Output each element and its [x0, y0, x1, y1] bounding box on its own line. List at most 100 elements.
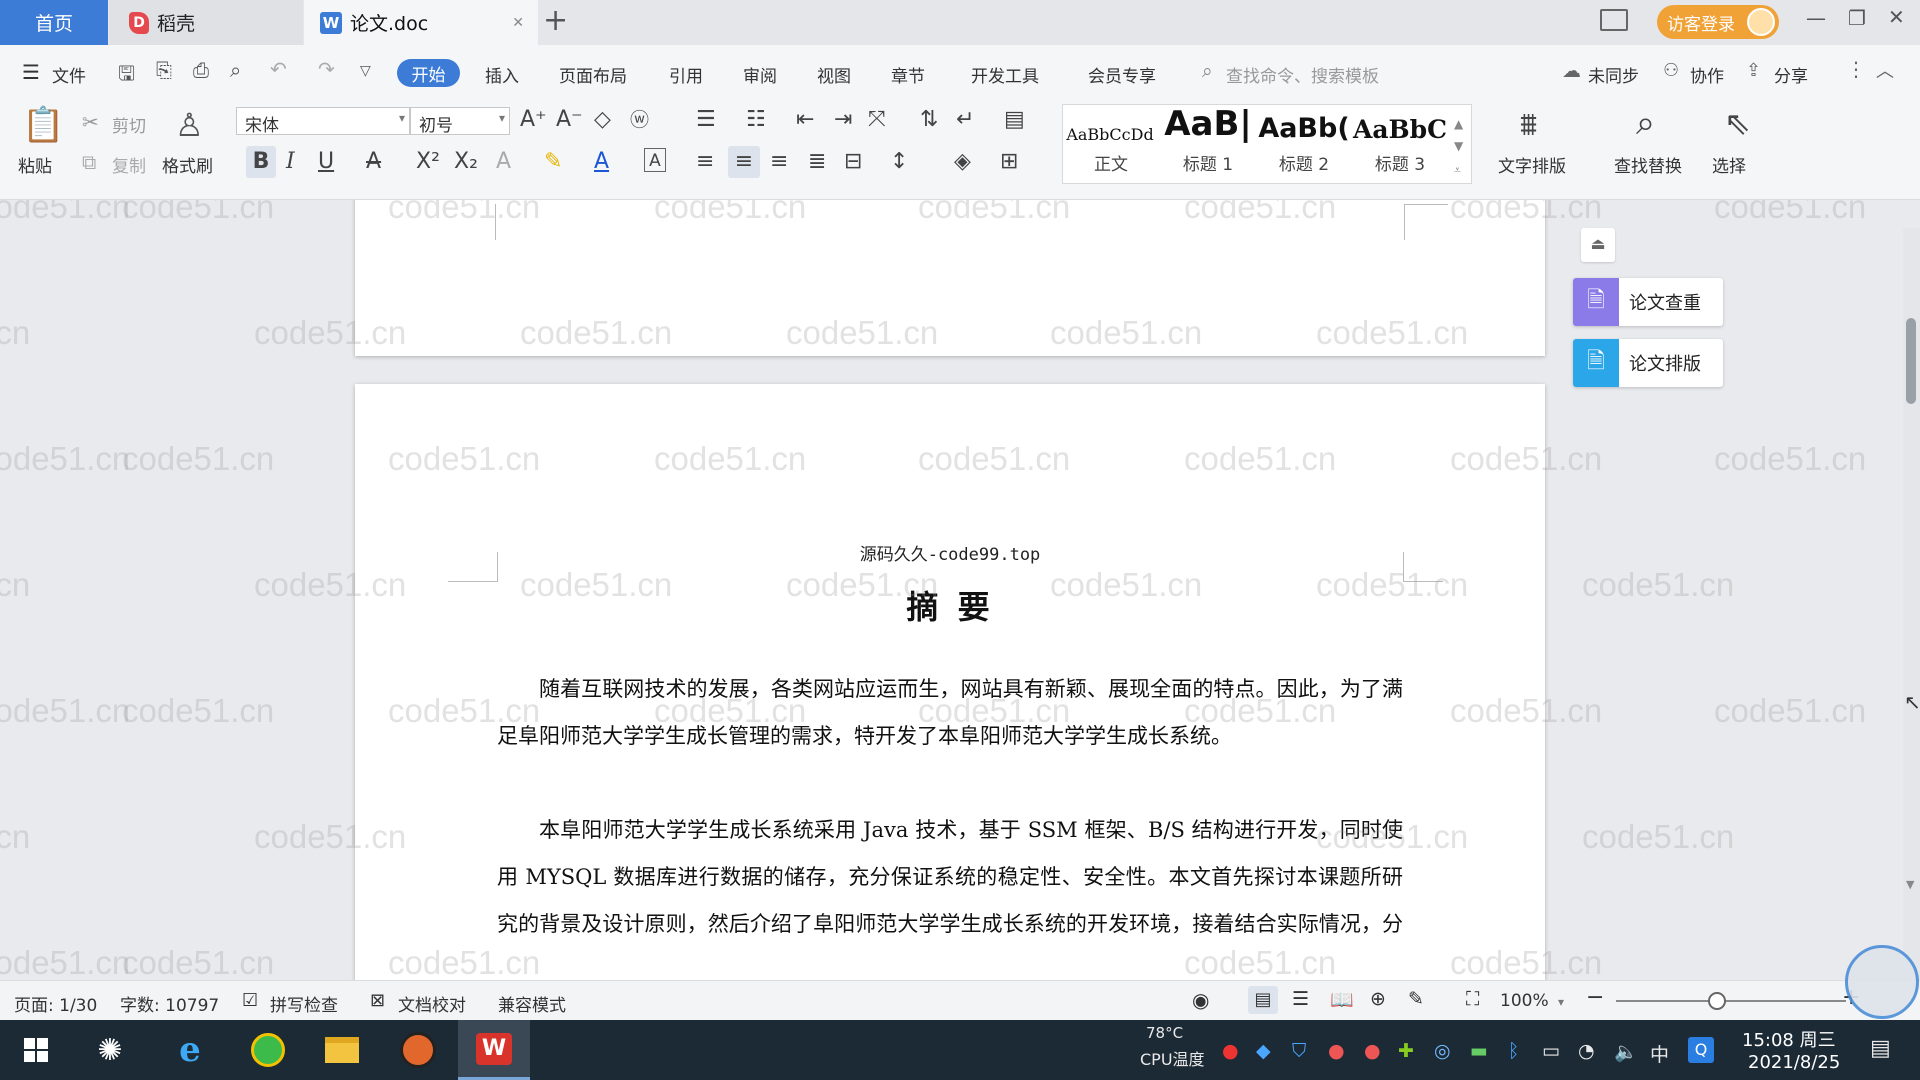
style-heading-3[interactable]: AaBbC 标题 3 — [1352, 104, 1448, 179]
copy-icon[interactable]: ⧉ — [82, 150, 96, 174]
paper-format-button[interactable]: 🗎 论文排版 — [1573, 339, 1723, 387]
tray-app-icon-5[interactable]: ✚ — [1398, 1040, 1414, 1062]
login-button[interactable]: 访客登录 — [1657, 5, 1779, 39]
clock-date[interactable]: 2021/8/25 — [1748, 1052, 1840, 1073]
spell-check-button[interactable]: 拼写检查 — [270, 991, 338, 1016]
italic-icon[interactable]: I — [286, 150, 295, 174]
grow-font-icon[interactable]: A⁺ — [520, 108, 547, 132]
tray-app-icon-3[interactable]: ● — [1328, 1040, 1345, 1062]
command-search-input[interactable]: 查找命令、搜索模板 — [1226, 62, 1379, 87]
menu-start[interactable]: 开始 — [397, 59, 460, 87]
char-border-icon[interactable]: A — [644, 148, 666, 172]
print-icon[interactable]: ⎙ — [193, 58, 209, 82]
justify-icon[interactable]: ≣ — [808, 150, 826, 174]
menu-view[interactable]: 视图 — [817, 62, 851, 87]
tab-home[interactable]: 首页 — [0, 0, 108, 45]
menu-chapter[interactable]: 章节 — [891, 62, 925, 87]
copy-button[interactable]: 复制 — [112, 152, 146, 177]
menu-references[interactable]: 引用 — [669, 62, 703, 87]
reading-view-icon[interactable]: 📖 — [1330, 988, 1354, 1011]
paste-button[interactable]: 粘贴 — [18, 152, 52, 177]
zoom-slider-track[interactable] — [1616, 1000, 1846, 1002]
align-center-icon[interactable]: ≡ — [728, 146, 760, 178]
superscript-icon[interactable]: X² — [416, 150, 440, 174]
distribute-icon[interactable]: ⊟ — [844, 150, 862, 174]
format-painter-button[interactable]: 格式刷 — [162, 152, 213, 177]
decrease-indent-icon[interactable]: ⇤ — [796, 108, 814, 132]
show-marks-icon[interactable]: ↵ — [956, 108, 974, 132]
style-scroll-up-icon[interactable]: ▲ — [1454, 112, 1463, 136]
wps-taskbar-button[interactable]: W — [458, 1020, 530, 1080]
underline-icon[interactable]: U — [318, 150, 334, 174]
layout-switch-icon[interactable] — [1600, 9, 1628, 31]
save-icon[interactable]: 🖫 — [118, 59, 135, 93]
shrink-font-icon[interactable]: A⁻ — [556, 108, 583, 132]
menu-insert[interactable]: 插入 — [485, 62, 519, 87]
text-layout-icon[interactable]: ⩩ — [1520, 106, 1537, 142]
action-center-icon[interactable]: ▤ — [1870, 1036, 1891, 1061]
text-effect-icon[interactable]: A — [496, 150, 511, 174]
qq-input-icon[interactable]: Q — [1688, 1037, 1714, 1063]
menu-page-layout[interactable]: 页面布局 — [559, 62, 627, 87]
tray-app-icon-6[interactable]: ◎ — [1434, 1040, 1451, 1062]
web-view-icon[interactable]: ⊕ — [1370, 988, 1386, 1010]
chinese-layout-icon[interactable]: ⤧ — [868, 108, 886, 132]
sync-status[interactable]: 未同步 — [1588, 62, 1639, 87]
collapse-ribbon-icon[interactable]: ︿ — [1876, 57, 1894, 83]
quick-access-dropdown-icon[interactable]: ▽ — [360, 63, 371, 79]
text-layout-button[interactable]: 文字排版 — [1498, 152, 1566, 177]
font-color-icon[interactable]: A — [594, 150, 609, 174]
fit-page-icon[interactable]: ⛶ — [1466, 988, 1479, 1010]
page-view-icon[interactable]: ▤ — [1248, 986, 1278, 1014]
style-normal[interactable]: AaBbCcDd 正文 — [1063, 104, 1159, 179]
style-heading-1[interactable]: AaB| 标题 1 — [1160, 104, 1256, 179]
tab-document[interactable]: W 论文.doc ✕ — [304, 0, 538, 45]
browser-360-icon[interactable] — [232, 1020, 304, 1080]
assistant-bubble-icon[interactable] — [1845, 945, 1919, 1019]
input-method-indicator[interactable]: 中 — [1650, 1040, 1669, 1067]
numbered-list-icon[interactable]: ☷ — [746, 108, 766, 132]
cut-button[interactable]: 剪切 — [112, 112, 146, 137]
abstract-paragraph-2[interactable]: 本阜阳师范大学学生成长系统采用 Java 技术，基于 SSM 框架、B/S 结构… — [497, 807, 1403, 957]
menu-developer-tools[interactable]: 开发工具 — [971, 62, 1039, 87]
bullet-list-icon[interactable]: ☰ — [696, 108, 716, 132]
redo-icon[interactable]: ↷ — [318, 57, 335, 81]
paste-icon[interactable]: 📋 — [22, 106, 64, 144]
ruler-icon[interactable]: ▤ — [1004, 108, 1025, 132]
game-app-icon[interactable] — [382, 1020, 454, 1080]
align-left-icon[interactable]: ≡ — [696, 150, 714, 174]
share-button[interactable]: 分享 — [1774, 62, 1808, 87]
align-right-icon[interactable]: ≡ — [770, 150, 788, 174]
zoom-dropdown-icon[interactable]: ▾ — [1558, 995, 1564, 1009]
style-heading-2[interactable]: AaBb( 标题 2 — [1256, 104, 1352, 179]
zoom-slider-thumb[interactable] — [1708, 992, 1726, 1010]
nvidia-icon[interactable]: ▬ — [1470, 1040, 1488, 1062]
bluetooth-icon[interactable]: ᛒ — [1508, 1040, 1519, 1062]
export-icon[interactable]: ⎘ — [156, 58, 172, 82]
collab-button[interactable]: 协作 — [1690, 62, 1724, 87]
tray-app-icon-4[interactable]: ● — [1364, 1040, 1381, 1062]
vertical-scrollbar[interactable]: ▼ — [1903, 228, 1920, 980]
file-explorer-icon[interactable] — [306, 1020, 378, 1080]
phonetic-guide-icon[interactable]: ⓦ — [630, 108, 649, 132]
abstract-paragraph-1[interactable]: 随着互联网技术的发展，各类网站应运而生，网站具有新颖、展现全面的特点。因此，为了… — [497, 666, 1403, 760]
clear-format-icon[interactable]: ◇ — [594, 108, 611, 132]
eye-protect-icon[interactable]: ◉ — [1192, 988, 1209, 1012]
internet-explorer-icon[interactable]: e — [154, 1020, 226, 1080]
style-scroll-down-icon[interactable]: ▼ — [1454, 134, 1463, 158]
tray-app-icon-2[interactable]: ◆ — [1256, 1040, 1271, 1062]
tab-docer[interactable]: D 稻壳 — [109, 0, 303, 45]
minimize-icon[interactable]: — — [1806, 6, 1826, 30]
sort-icon[interactable]: ⇅ — [920, 108, 938, 132]
bold-icon[interactable]: B — [246, 146, 276, 178]
volume-icon[interactable]: 🔈 — [1614, 1040, 1638, 1063]
select-pointer-icon[interactable]: ⇖ — [1724, 104, 1751, 142]
shading-icon[interactable]: ◈ — [954, 150, 971, 174]
restore-icon[interactable]: ❐ — [1848, 6, 1866, 30]
panel-collapse-icon[interactable]: ⏏ — [1581, 228, 1615, 262]
print-preview-icon[interactable]: ⌕ — [230, 58, 241, 82]
hamburger-icon[interactable]: ☰ — [22, 60, 40, 84]
line-spacing-icon[interactable]: ↕ — [890, 150, 908, 174]
style-more-icon[interactable]: ⩡ — [1454, 158, 1461, 182]
scrollbar-thumb[interactable] — [1906, 318, 1916, 404]
